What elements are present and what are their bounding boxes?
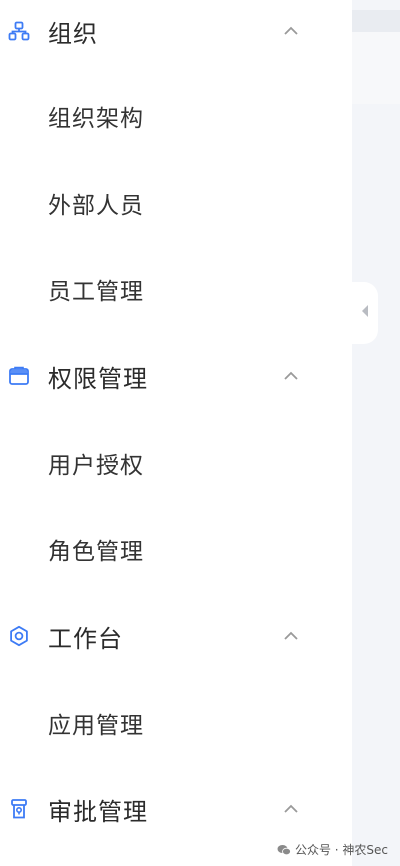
- sidebar-item-label: 外部人员: [48, 193, 144, 219]
- menu-group-organization[interactable]: 组织: [0, 11, 352, 51]
- menu-group-label: 权限管理: [48, 364, 148, 393]
- menu-group-workbench[interactable]: 工作台: [0, 616, 352, 656]
- approval-stamp-icon: [7, 797, 31, 821]
- org-structure-icon: [7, 19, 31, 43]
- sidebar-item-app-management[interactable]: 应用管理: [0, 703, 352, 743]
- sidebar-item-label: 应用管理: [48, 713, 144, 739]
- content-header-bar: [352, 10, 400, 32]
- chevron-up-icon[interactable]: [280, 625, 302, 647]
- menu-group-label: 组织: [48, 19, 98, 48]
- sidebar-item-user-authorization[interactable]: 用户授权: [0, 443, 352, 483]
- content-panel: [352, 32, 400, 104]
- caret-left-icon: [360, 303, 370, 323]
- gear-icon: [7, 624, 31, 648]
- chevron-up-icon[interactable]: [280, 798, 302, 820]
- chevron-up-icon[interactable]: [280, 20, 302, 42]
- sidebar-item-label: 员工管理: [48, 279, 144, 305]
- chevron-up-icon[interactable]: [280, 365, 302, 387]
- sidebar-item-label: 组织架构: [48, 106, 144, 132]
- main-content-area: [352, 0, 400, 866]
- watermark-text: 公众号 · 神农Sec: [294, 843, 388, 857]
- sidebar-item-org-chart[interactable]: 组织架构: [0, 96, 352, 136]
- watermark: 公众号 · 神农Sec: [277, 841, 388, 858]
- menu-group-label: 工作台: [48, 624, 123, 653]
- wechat-icon: [277, 844, 291, 856]
- sidebar-collapse-button[interactable]: [352, 282, 378, 344]
- menu-group-permissions[interactable]: 权限管理: [0, 356, 352, 396]
- menu-group-approvals[interactable]: 审批管理: [0, 789, 352, 829]
- permission-box-icon: [7, 364, 31, 388]
- sidebar-item-label: 用户授权: [48, 453, 144, 479]
- menu-group-label: 审批管理: [48, 797, 148, 826]
- sidebar-item-employee-management[interactable]: 员工管理: [0, 269, 352, 309]
- sidebar-item-external-staff[interactable]: 外部人员: [0, 183, 352, 223]
- sidebar-item-label: 角色管理: [48, 539, 144, 565]
- admin-console: 组织 组织架构 外部人员 员工管理 权限管理 用户授权 角色管理 工作台 应用管…: [0, 0, 400, 866]
- sidebar-item-role-management[interactable]: 角色管理: [0, 529, 352, 569]
- sidebar-menu: 组织 组织架构 外部人员 员工管理 权限管理 用户授权 角色管理 工作台 应用管…: [0, 0, 352, 866]
